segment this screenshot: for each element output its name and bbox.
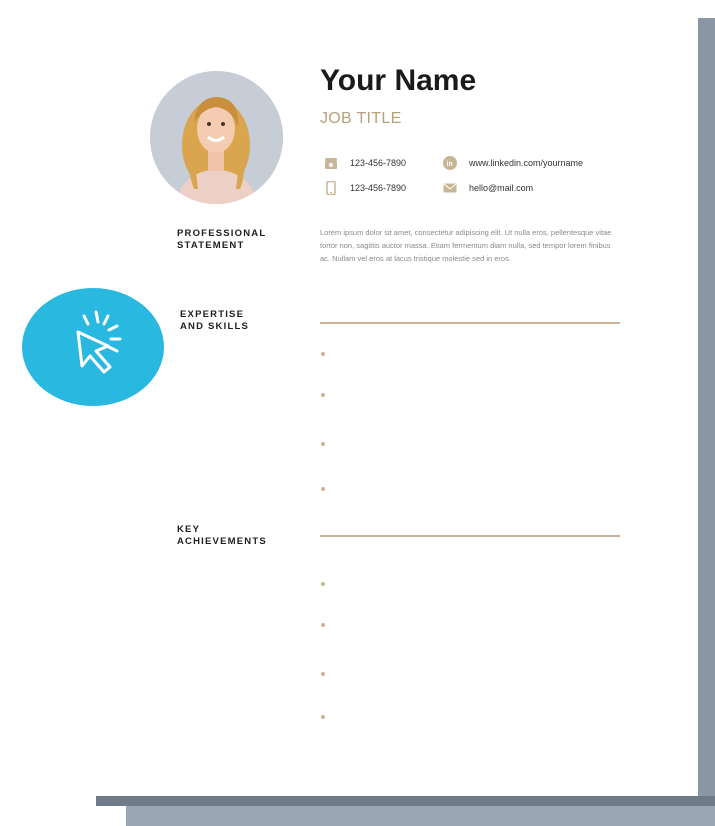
list-bullet	[321, 715, 325, 719]
job-title: JOB TITLE	[320, 110, 402, 127]
section-label-achievements: KEY ACHIEVEMENTS	[177, 524, 267, 548]
contact-phone: 123-456-7890	[324, 156, 406, 170]
page-shadow-right	[698, 18, 715, 796]
envelope-icon	[443, 183, 457, 193]
section-label-line: AND SKILLS	[180, 321, 249, 332]
list-bullet	[321, 352, 325, 356]
section-label-line: KEY	[177, 524, 201, 535]
mobile-number: 123-456-7890	[350, 183, 407, 193]
section-label-line: PROFESSIONAL	[177, 228, 267, 239]
list-bullet	[321, 487, 325, 491]
list-bullet	[321, 672, 325, 676]
list-bullet	[321, 623, 325, 627]
page-shadow-bottom-outer	[126, 806, 715, 826]
list-bullet	[321, 442, 325, 446]
section-label-line: EXPERTISE	[180, 309, 245, 320]
resume-name: Your Name	[320, 64, 477, 97]
statement-text: Lorem ipsum dolor sit amet, consectetur …	[320, 228, 612, 263]
section-label-line: STATEMENT	[177, 240, 245, 251]
click-badge[interactable]	[22, 288, 164, 406]
email-address[interactable]: hello@mail.com	[469, 183, 533, 193]
contact-mobile: 123-456-7890	[324, 181, 406, 195]
svg-text:in: in	[447, 161, 453, 168]
phone-number: 123-456-7890	[350, 158, 407, 168]
list-bullet	[321, 582, 325, 586]
phone-icon	[325, 158, 337, 169]
section-divider	[320, 535, 620, 537]
linkedin-icon: in	[443, 156, 457, 170]
mobile-icon	[326, 181, 336, 195]
section-label-line: ACHIEVEMENTS	[177, 536, 267, 547]
contact-linkedin: in www.linkedin.com/yourname	[443, 156, 583, 170]
section-label-skills: EXPERTISE AND SKILLS	[180, 309, 249, 333]
section-divider	[320, 322, 620, 324]
profile-photo	[150, 71, 283, 204]
contact-email: hello@mail.com	[443, 181, 533, 195]
page-shadow-bottom	[96, 796, 715, 806]
section-label-statement: PROFESSIONAL STATEMENT	[177, 228, 266, 252]
list-bullet	[321, 393, 325, 397]
click-cursor-icon	[76, 310, 122, 374]
linkedin-url[interactable]: www.linkedin.com/yourname	[469, 158, 583, 168]
